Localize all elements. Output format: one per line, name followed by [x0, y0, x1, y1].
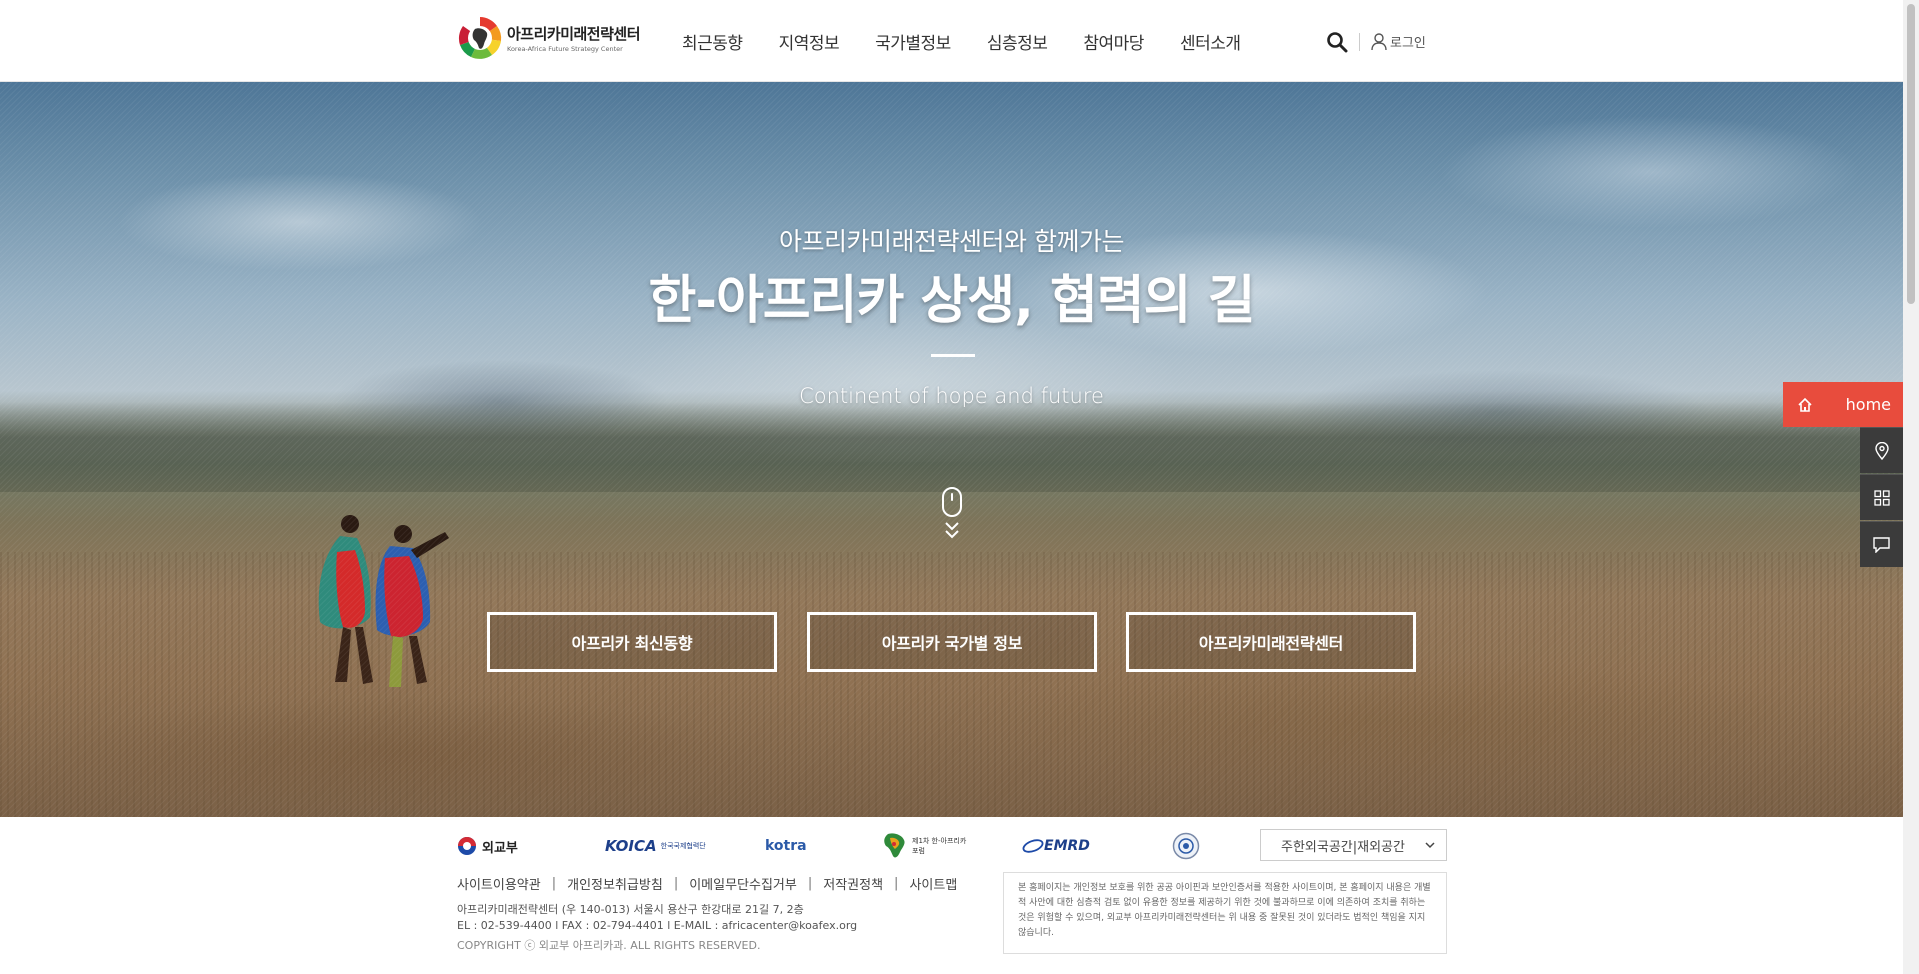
embassy-select[interactable]: 주한외국공간|재외공간 [1260, 829, 1447, 861]
footer-copyright: COPYRIGHT ⓒ 외교부 아프리카과. ALL RIGHTS RESERV… [457, 939, 761, 952]
footer-link-terms[interactable]: 사이트이용약관 [457, 874, 541, 893]
login-label: 로그인 [1390, 36, 1426, 51]
africa-center-button[interactable]: 아프리카미래전략센터 [1126, 612, 1416, 672]
footer-link-privacy[interactable]: 개인정보취급방침 [567, 874, 663, 893]
hero-english-tagline: Continent of hope and future [799, 384, 1104, 408]
grid-icon[interactable] [1860, 474, 1903, 520]
mofa-emblem-icon [458, 837, 476, 855]
africa-country-info-button[interactable]: 아프리카 국가별 정보 [807, 612, 1097, 672]
footer-contact: EL : 02-539-4400 l FAX : 02-794-4401 l E… [457, 919, 858, 932]
partner-emrd-logo[interactable]: EMRD [1022, 838, 1172, 854]
logo-title: 아프리카미래전략센터 [507, 25, 641, 43]
hero-banner: 아프리카미래전략센터와 함께가는 한-아프리카 상생, 협력의 길 Contin… [0, 82, 1903, 817]
hero-subtitle: 아프리카미래전략센터와 함께가는 [779, 227, 1124, 256]
hero-divider [931, 354, 975, 357]
footer-links: 사이트이용약관 | 개인정보취급방침 | 이메일무단수집거부 | 저작권정책 |… [457, 874, 958, 893]
search-icon[interactable] [1326, 31, 1348, 53]
nav-item-recent[interactable]: 최근동향 [682, 29, 743, 54]
africa-latest-trends-button[interactable]: 아프리카 최신동향 [487, 612, 777, 672]
quick-home-label: home [1845, 395, 1891, 414]
scrollbar-thumb[interactable] [1907, 4, 1915, 304]
quick-home-button[interactable]: home [1783, 382, 1903, 427]
partner-kotra-logo[interactable]: kotra [765, 838, 882, 854]
partner-mofa-logo[interactable]: 외교부 [457, 836, 605, 856]
page-scrollbar[interactable] [1903, 0, 1919, 974]
login-button[interactable]: 로그인 [1371, 32, 1426, 51]
nav-item-about[interactable]: 센터소개 [1180, 29, 1241, 54]
partner-koica-logo[interactable]: KOICA 한국국제협력단 [605, 837, 765, 855]
hero-title: 한-아프리카 상생, 협력의 길 [648, 271, 1256, 331]
scroll-down-icon[interactable] [941, 487, 963, 547]
emrd-swoosh-icon [1022, 839, 1044, 853]
partner-koica-label: KOICA [605, 837, 657, 855]
nav-item-country[interactable]: 국가별정보 [875, 29, 951, 54]
footer-disclaimer: 본 홈페이지는 개인정보 보호를 위한 공공 아이핀과 보안인증서를 적용한 사… [1003, 872, 1447, 954]
map-pin-icon[interactable] [1860, 427, 1903, 473]
partner-forum-logo[interactable]: 제1차 한-아프리카 포럼 [882, 832, 1022, 860]
chat-icon[interactable] [1860, 521, 1903, 567]
partner-mofa-label: 외교부 [482, 840, 518, 856]
footer-address: 아프리카미래전략센터 (우 140-013) 서울시 용산구 한강대로 21길 … [457, 903, 804, 916]
site-logo[interactable]: 아프리카미래전략센터 Korea-Africa Future Strategy … [457, 10, 657, 66]
partner-emblem-icon [1172, 832, 1200, 860]
africa-map-icon [884, 833, 905, 858]
partner-forum-label: 제1차 한-아프리카 포럼 [912, 837, 967, 855]
footer-link-sitemap[interactable]: 사이트맵 [909, 874, 957, 893]
partner-kotra-label: kotra [765, 838, 807, 854]
footer-link-email-policy[interactable]: 이메일무단수집거부 [689, 874, 797, 893]
partner-emrd-label: EMRD [1044, 838, 1090, 854]
africa-logo-icon [457, 15, 503, 61]
user-icon [1371, 32, 1387, 50]
partner-emblem-logo[interactable] [1172, 832, 1212, 860]
embassy-select-label: 주한외국공간|재외공간 [1281, 839, 1405, 855]
nav-item-indepth[interactable]: 심층정보 [987, 29, 1048, 54]
header-divider [1359, 33, 1360, 51]
partner-logos: 외교부 KOICA 한국국제협력단 kotra 제1차 한-아프리카 포럼 EM… [457, 829, 1257, 863]
nav-item-participation[interactable]: 참여마당 [1083, 29, 1144, 54]
nav-item-region[interactable]: 지역정보 [779, 29, 840, 54]
quick-menu: home [1783, 382, 1903, 567]
logo-subtitle: Korea-Africa Future Strategy Center [507, 45, 623, 53]
site-footer: 외교부 KOICA 한국국제협력단 kotra 제1차 한-아프리카 포럼 EM… [0, 817, 1903, 974]
hero-pattern-overlay [0, 82, 1903, 817]
chevron-down-icon [1425, 842, 1435, 849]
site-header: 아프리카미래전략센터 Korea-Africa Future Strategy … [0, 0, 1903, 82]
footer-link-copyright[interactable]: 저작권정책 [823, 874, 883, 893]
home-icon [1798, 397, 1812, 412]
main-nav: 최근동향 지역정보 국가별정보 심층정보 참여마당 센터소개 [682, 0, 1277, 82]
